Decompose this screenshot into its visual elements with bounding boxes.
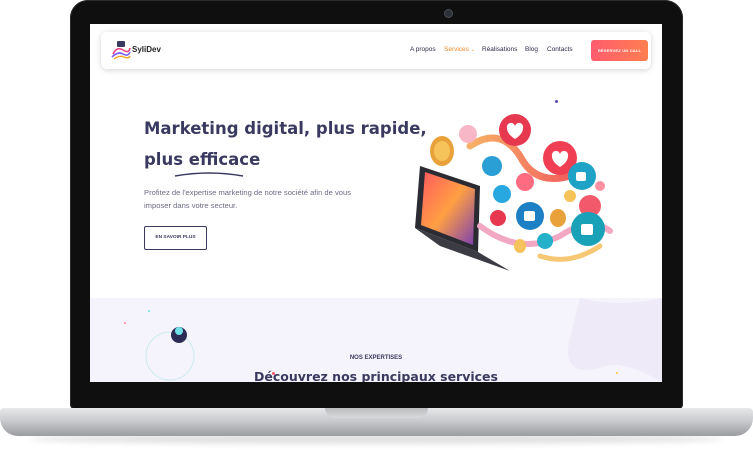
book-call-button[interactable]: RÉSERVEZ UN CALL: [591, 40, 648, 61]
decor-dot: [148, 310, 150, 312]
decor-dot: [124, 322, 126, 324]
hero-title-line2: plus efficace: [144, 150, 261, 169]
nav-item-a-propos[interactable]: A propos: [410, 46, 436, 53]
title-underline-decoration: [174, 172, 244, 177]
nav-item-blog[interactable]: Blog: [525, 46, 538, 53]
nav-item-services-label: Services: [444, 46, 469, 53]
social-media-laptop-illustration: [415, 114, 613, 271]
webcam: [444, 9, 453, 18]
section-kicker: NOS EXPERTISES: [349, 355, 403, 361]
website-screen: SyliDev A propos Services ⌄ Réalisations…: [90, 24, 662, 382]
hero-description: Profitez de l'expertise marketing de not…: [144, 188, 352, 210]
brand-logo-icon[interactable]: [111, 40, 131, 60]
section-title: Découvrez nos principaux services: [254, 369, 498, 382]
brand-name[interactable]: SyliDev: [132, 45, 161, 54]
nav-item-realisations[interactable]: Réalisations: [482, 46, 517, 53]
hero-title-line1: Marketing digital, plus rapide,: [144, 119, 427, 138]
nav-item-contacts[interactable]: Contacts: [547, 46, 573, 53]
site-header: SyliDev A propos Services ⌄ Réalisations…: [101, 32, 651, 69]
laptop-notch: [325, 408, 428, 418]
nav-item-services[interactable]: Services ⌄: [444, 46, 475, 53]
chevron-down-icon: ⌄: [470, 47, 475, 53]
learn-more-button[interactable]: EN SAVOIR PLUS: [144, 226, 207, 250]
decor-dot: [555, 100, 558, 103]
